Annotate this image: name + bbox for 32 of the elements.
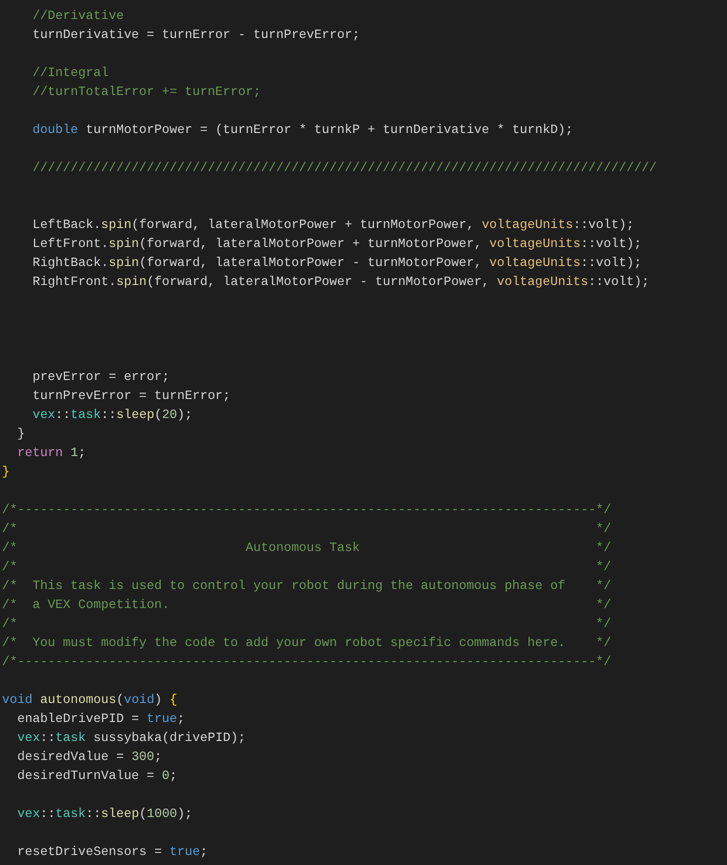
code-line: resetDriveSensors = true; (16, 843, 208, 861)
code-comment: //turnTotalError += turnError; (31, 83, 261, 101)
code-line: RightFront.spin(forward, lateralMotorPower - turnMotorPower, voltageUnits::volt); (31, 273, 650, 291)
code-comment: /* a VEX Competition. */ (2, 596, 612, 614)
code-line: turnPrevError = turnError; (31, 387, 230, 405)
code-comment: /* You must modify the code to add your own robot specific commands here. */ (2, 634, 612, 652)
code-line: desiredValue = 300; (16, 748, 162, 766)
code-comment: /* */ (2, 520, 612, 538)
code-line: return 1; (16, 444, 86, 462)
code-line: } (16, 425, 25, 443)
code-comment: /*----------------------------------------------------------------------------*/ (2, 653, 612, 671)
code-comment: /*----------------------------------------------------------------------------*/ (2, 501, 612, 519)
code-line: vex::task::sleep(1000); (16, 805, 192, 823)
code-line: LeftFront.spin(forward, lateralMotorPower + turnMotorPower, voltageUnits::volt); (31, 235, 642, 253)
code-comment: ////////////////////////////////////////////////////////////////////////////////// (31, 159, 657, 177)
code-line: turnDerivative = turnError - turnPrevError; (31, 26, 360, 44)
code-line: prevError = error; (31, 368, 170, 386)
code-comment: //Derivative (31, 7, 124, 25)
code-line: LeftBack.spin(forward, lateralMotorPower + turnMotorPower, voltageUnits::volt); (31, 216, 634, 234)
code-line: enableDrivePID = true; (16, 710, 185, 728)
code-line: RightBack.spin(forward, lateralMotorPower - turnMotorPower, voltageUnits::volt); (31, 254, 642, 272)
code-comment: /* */ (2, 558, 612, 576)
code-comment: /* */ (2, 615, 612, 633)
code-line: vex::task sussybaka(drivePID); (16, 729, 246, 747)
code-line: double turnMotorPower = (turnError * turnkP + turnDerivative * turnkD); (31, 121, 574, 139)
code-line: } (2, 463, 10, 481)
code-line: vex::task::sleep(20); (31, 406, 192, 424)
code-comment: /* This task is used to control your robot during the autonomous phase of */ (2, 577, 612, 595)
code-line: void autonomous(void) { (2, 691, 178, 709)
code-line: desiredTurnValue = 0; (16, 767, 178, 785)
code-comment: //Integral (31, 64, 109, 82)
code-comment: /* Autonomous Task */ (2, 539, 612, 557)
